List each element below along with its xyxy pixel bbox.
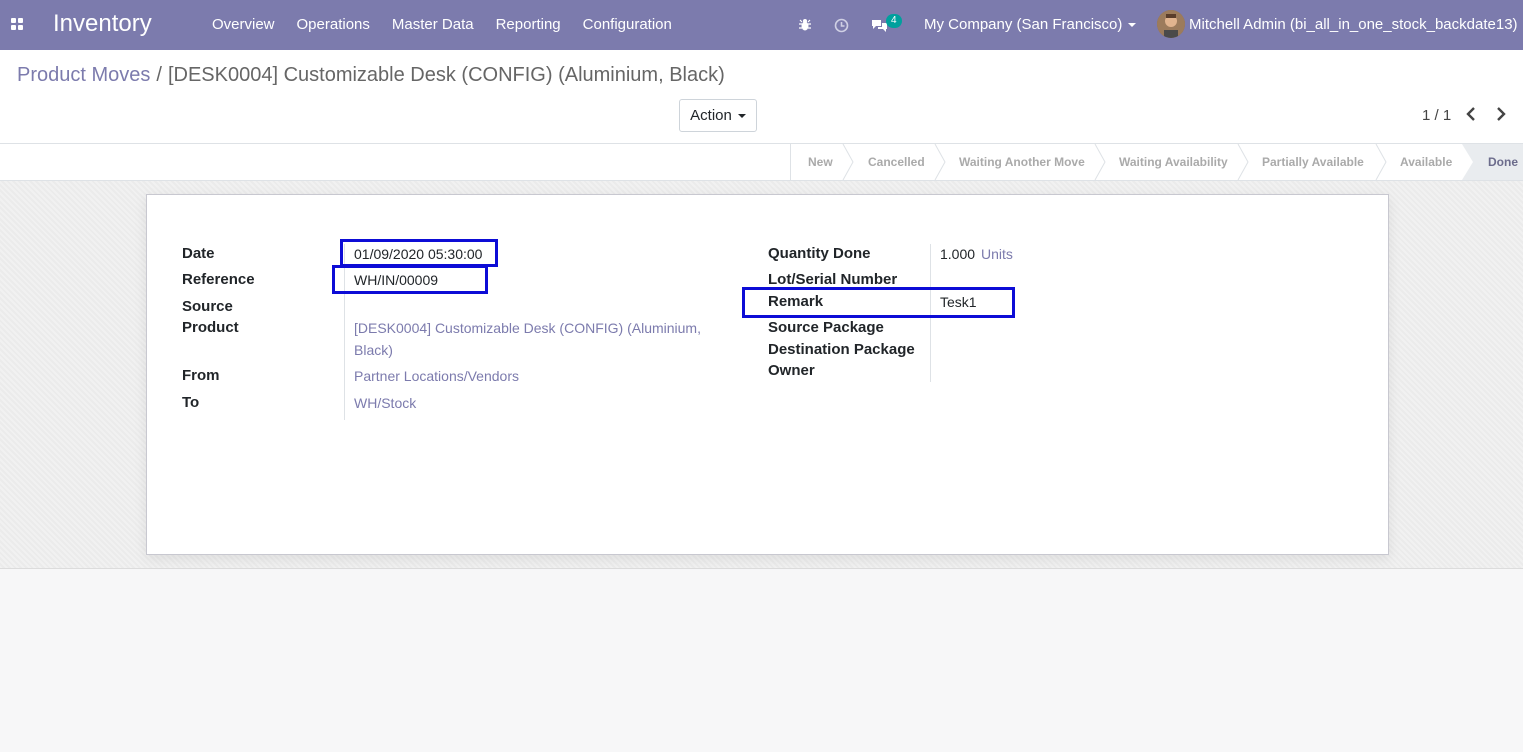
status-chevron-icon — [1237, 144, 1249, 180]
main-menu: Overview Operations Master Data Reportin… — [212, 16, 672, 33]
status-bar: New Cancelled Waiting Another Move Waiti… — [0, 143, 1523, 181]
status-cancelled: Cancelled — [868, 155, 925, 169]
to-location-link[interactable]: WH/Stock — [354, 395, 416, 411]
status-chevron-icon — [934, 144, 946, 180]
from-label: From — [182, 367, 220, 384]
quantity-done-label: Quantity Done — [768, 245, 871, 262]
destination-package-label: Destination Package — [768, 341, 915, 358]
status-new: New — [808, 155, 833, 169]
menu-operations[interactable]: Operations — [297, 16, 370, 33]
activity-clock-icon[interactable] — [834, 0, 849, 50]
action-label: Action — [690, 107, 732, 124]
action-dropdown-button[interactable]: Action — [679, 99, 757, 132]
menu-configuration[interactable]: Configuration — [583, 16, 672, 33]
pager-previous-icon[interactable] — [1465, 106, 1477, 125]
breadcrumb-separator: / — [156, 64, 162, 86]
status-waiting-another-move: Waiting Another Move — [959, 155, 1085, 169]
status-chevron-icon — [1375, 144, 1387, 180]
quantity-uom-link[interactable]: Units — [981, 246, 1013, 262]
lot-serial-label: Lot/Serial Number — [768, 271, 898, 288]
app-title[interactable]: Inventory — [53, 10, 152, 38]
user-menu[interactable]: Mitchell Admin (bi_all_in_one_stock_back… — [1189, 16, 1523, 33]
apps-menu-icon[interactable] — [11, 18, 24, 31]
status-chevron-icon — [1462, 144, 1473, 180]
control-panel: Product Moves / [DESK0004] Customizable De… — [0, 50, 1523, 143]
status-available: Available — [1400, 155, 1453, 169]
quantity-done-value: 1.000 — [940, 246, 976, 262]
user-name: Mitchell Admin (bi_all_in_one_stock_back… — [1189, 16, 1518, 33]
product-label: Product — [182, 319, 239, 336]
menu-reporting[interactable]: Reporting — [496, 16, 561, 33]
date-highlight-box — [340, 239, 498, 267]
owner-label: Owner — [768, 362, 815, 379]
menu-overview[interactable]: Overview — [212, 16, 275, 33]
status-chevron-icon — [842, 144, 854, 180]
status-done: Done — [1488, 155, 1518, 169]
source-label: Source — [182, 298, 233, 315]
breadcrumb-current: [DESK0004] Customizable Desk (CONFIG) (A… — [167, 64, 725, 86]
reference-label: Reference — [182, 271, 255, 288]
status-divider — [790, 144, 791, 180]
reference-highlight-box — [332, 265, 488, 294]
remark-highlight-box — [742, 287, 1015, 318]
status-waiting-availability: Waiting Availability — [1119, 155, 1228, 169]
status-chevron-icon — [1094, 144, 1106, 180]
messages-badge: 4 — [886, 14, 902, 28]
from-location-link[interactable]: Partner Locations/Vendors — [354, 368, 519, 384]
status-partially-available: Partially Available — [1262, 155, 1364, 169]
pager-value[interactable]: 1 / 1 — [1422, 107, 1451, 124]
company-switcher[interactable]: My Company (San Francisco) — [924, 16, 1137, 33]
breadcrumb-product-moves[interactable]: Product Moves — [17, 64, 150, 86]
menu-master-data[interactable]: Master Data — [392, 16, 474, 33]
company-name: My Company (San Francisco) — [924, 16, 1123, 33]
chevron-down-icon — [737, 113, 746, 118]
pager-next-icon[interactable] — [1495, 106, 1507, 125]
top-navbar: Inventory Overview Operations Master Dat… — [0, 0, 1523, 50]
user-avatar[interactable] — [1157, 10, 1185, 38]
product-link-line2[interactable]: Black) — [354, 342, 393, 358]
debug-bug-icon[interactable] — [798, 0, 812, 50]
date-label: Date — [182, 245, 215, 262]
messages-chat-icon[interactable] — [871, 0, 888, 50]
source-package-label: Source Package — [768, 319, 884, 336]
to-label: To — [182, 394, 200, 411]
breadcrumb: Product Moves / [DESK0004] Customizable De… — [17, 64, 725, 87]
product-link-line1[interactable]: [DESK0004] Customizable Desk (CONFIG) (A… — [354, 320, 701, 336]
chevron-down-icon — [1128, 23, 1137, 28]
